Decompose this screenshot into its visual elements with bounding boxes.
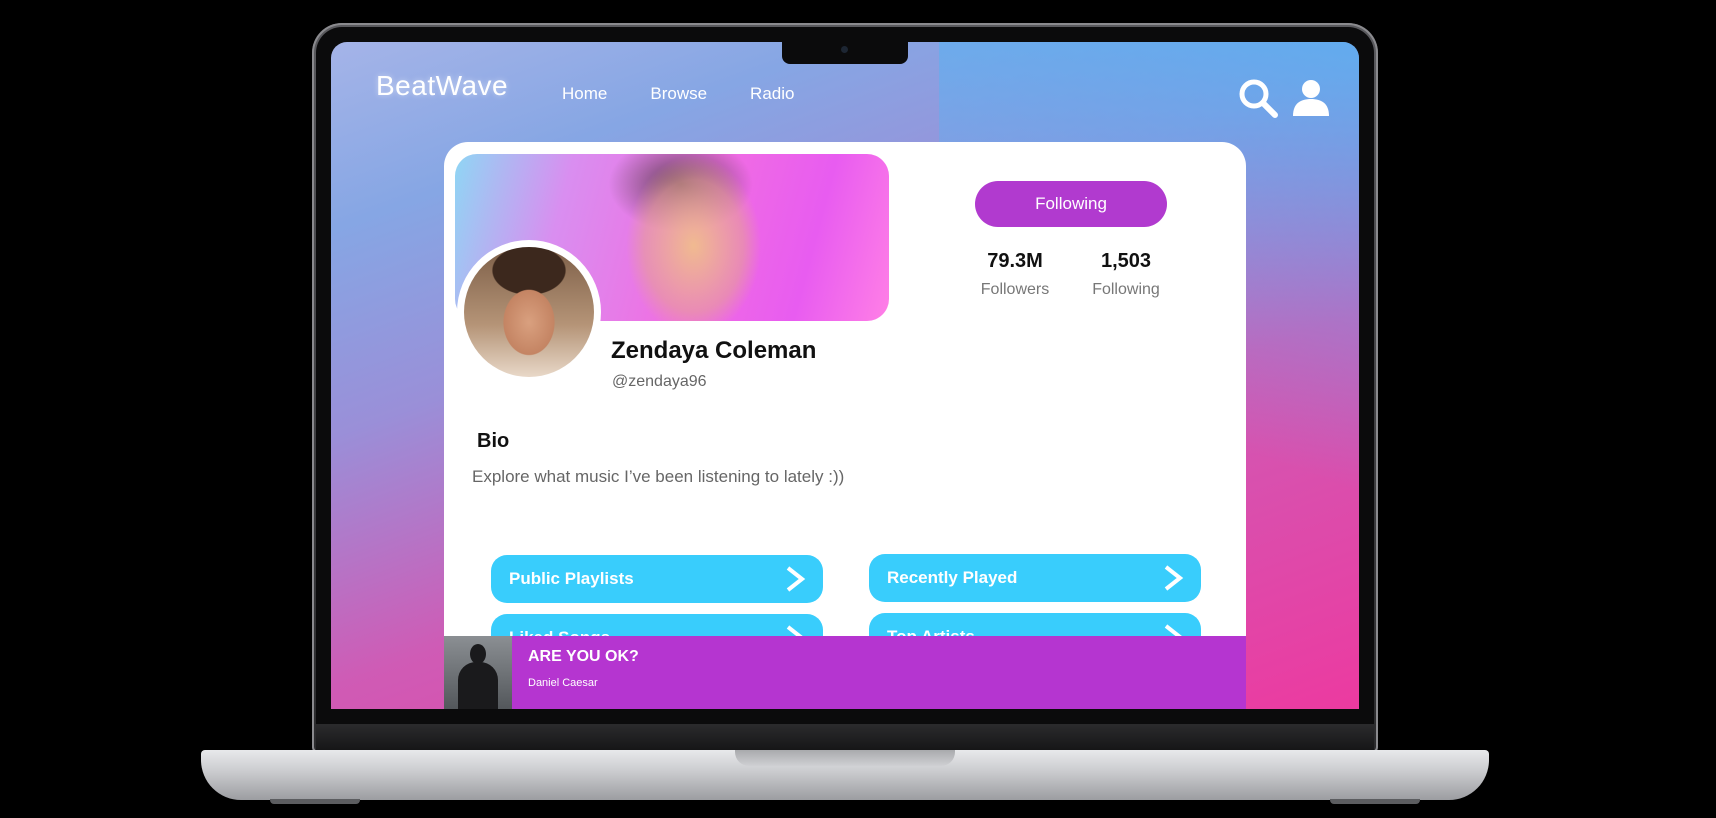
chevron-right-icon (786, 566, 806, 592)
profile-handle: @zendaya96 (612, 373, 707, 390)
user-icon[interactable] (1291, 78, 1331, 118)
following-label: Following (1092, 281, 1160, 298)
public-playlists-button[interactable]: Public Playlists (491, 555, 823, 603)
public-playlists-label: Public Playlists (509, 569, 634, 588)
camera-notch (782, 42, 908, 64)
track-artist[interactable]: Daniel Caesar (528, 677, 598, 689)
main-nav: Home Browse Radio (562, 84, 794, 104)
laptop-foot-right (1330, 799, 1420, 804)
avatar[interactable] (457, 240, 601, 384)
bio-heading: Bio (477, 430, 510, 452)
recently-played-button[interactable]: Recently Played (869, 554, 1201, 602)
following-button[interactable]: Following (975, 181, 1167, 227)
profile-card: Zendaya Coleman @zendaya96 Following 79.… (444, 142, 1246, 709)
followers-count: 79.3M (987, 250, 1043, 272)
screen: BeatWave Home Browse Radio Zendaya Colem… (331, 42, 1359, 709)
track-title[interactable]: ARE YOU OK? (528, 648, 639, 666)
laptop-foot-left (270, 799, 360, 804)
nav-home[interactable]: Home (562, 84, 607, 104)
profile-name: Zendaya Coleman (611, 337, 817, 364)
laptop-chin (316, 724, 1374, 750)
followers-label: Followers (980, 281, 1050, 298)
bio-text: Explore what music I’ve been listening t… (472, 467, 845, 486)
recently-played-label: Recently Played (887, 568, 1018, 587)
search-icon[interactable] (1237, 77, 1279, 119)
now-playing-bar[interactable]: ARE YOU OK? Daniel Caesar (444, 636, 1246, 709)
nav-radio[interactable]: Radio (750, 84, 794, 104)
app-logo[interactable]: BeatWave (376, 70, 508, 102)
avatar-photo (464, 247, 594, 377)
following-count: 1,503 (1100, 250, 1152, 272)
chevron-right-icon (1164, 565, 1184, 591)
album-art[interactable] (444, 636, 512, 709)
nav-browse[interactable]: Browse (650, 84, 707, 104)
following-stat[interactable]: 1,503 Following (1086, 250, 1166, 299)
laptop-base-notch (735, 750, 955, 766)
followers-stat[interactable]: 79.3M Followers (975, 250, 1055, 299)
